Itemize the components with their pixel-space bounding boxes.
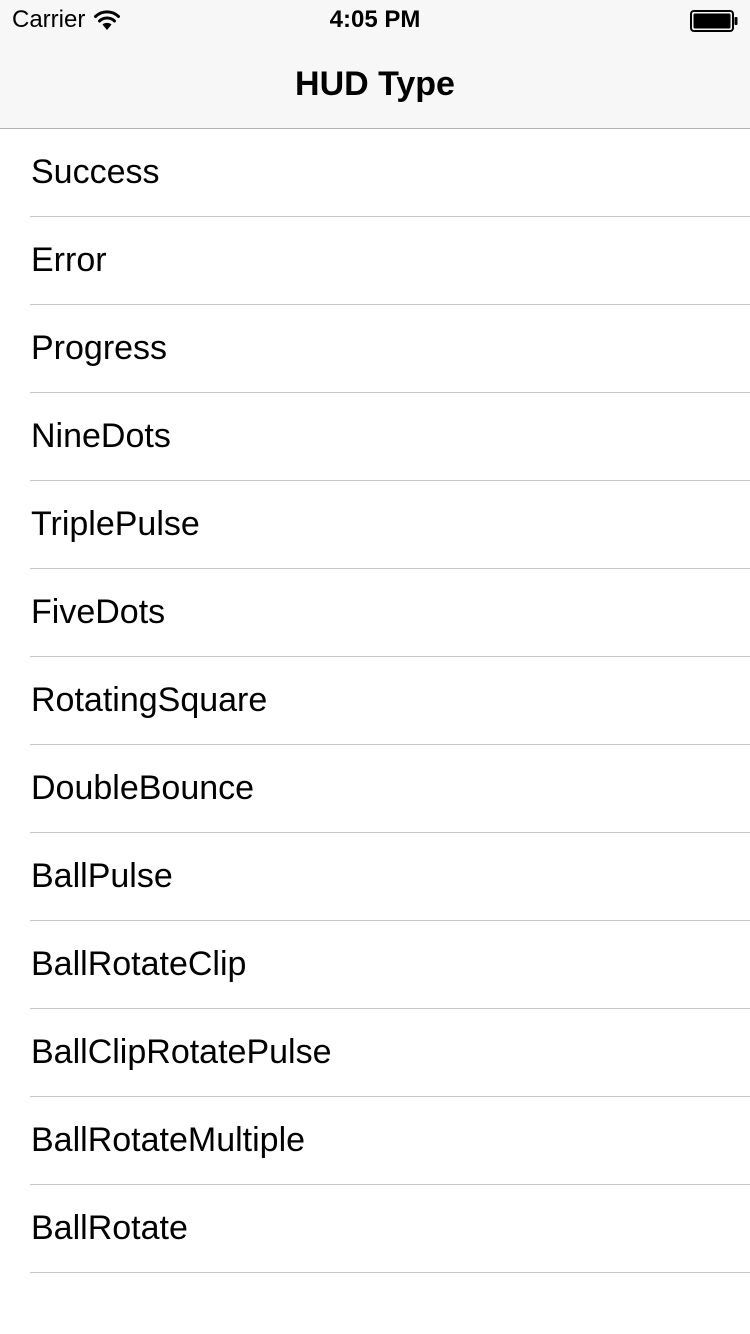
navigation-bar: HUD Type: [0, 40, 750, 129]
list-item-label: Progress: [31, 329, 168, 367]
list-item-label: NineDots: [31, 417, 171, 455]
list-item[interactable]: FiveDots: [0, 569, 750, 657]
list-item[interactable]: BallRotate: [0, 1185, 750, 1273]
list-item-label: BallRotate: [31, 1209, 188, 1247]
battery-icon: [690, 10, 738, 32]
list-item-label: BallClipRotatePulse: [31, 1033, 332, 1071]
list-item[interactable]: DoubleBounce: [0, 745, 750, 833]
list-item[interactable]: Error: [0, 217, 750, 305]
list-item-label: FiveDots: [31, 593, 166, 631]
status-bar: Carrier 4:05 PM: [0, 0, 750, 40]
list-item-label: Error: [31, 241, 107, 279]
list-item[interactable]: RotatingSquare: [0, 657, 750, 745]
list-item-label: DoubleBounce: [31, 769, 255, 807]
list-item[interactable]: TriplePulse: [0, 481, 750, 569]
list-item-label: BallPulse: [31, 857, 173, 895]
status-time: 4:05 PM: [329, 6, 421, 33]
page-title: HUD Type: [295, 65, 455, 103]
list-item-label: Success: [31, 153, 160, 191]
list-item-label: BallRotateClip: [31, 945, 247, 983]
list-item[interactable]: BallRotateMultiple: [0, 1097, 750, 1185]
list-item-label: TriplePulse: [31, 505, 200, 543]
list-item[interactable]: BallRotateClip: [0, 921, 750, 1009]
list-item-label: BallRotateMultiple: [31, 1121, 306, 1159]
list-item[interactable]: NineDots: [0, 393, 750, 481]
list-item-label: RotatingSquare: [31, 681, 268, 719]
list-item[interactable]: BallPulse: [0, 833, 750, 921]
list-item[interactable]: Success: [0, 129, 750, 217]
list-item[interactable]: Progress: [0, 305, 750, 393]
list-item[interactable]: BallClipRotatePulse: [0, 1009, 750, 1097]
hud-type-list: Success Error Progress NineDots TriplePulse F…: [0, 129, 750, 1273]
row-separator: [30, 1272, 750, 1273]
